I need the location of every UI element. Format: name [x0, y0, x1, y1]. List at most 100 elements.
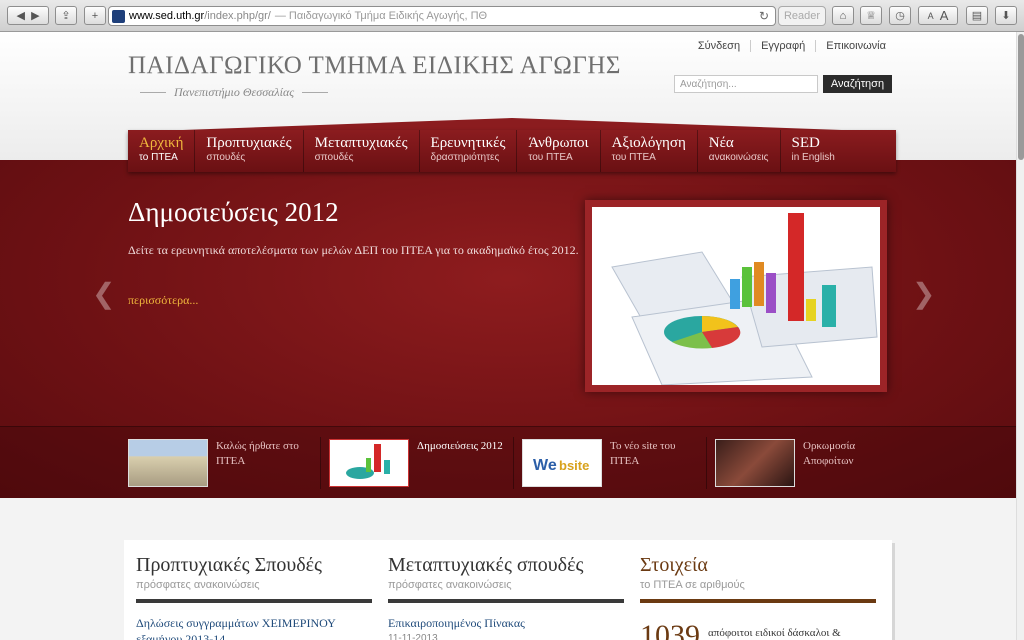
downloads-button[interactable]: ⬇	[995, 6, 1017, 25]
nav-item-undergrad[interactable]: Προπτυχιακές σπουδές	[194, 130, 302, 172]
site-subtitle: Πανεπιστήμιο Θεσσαλίας	[132, 85, 336, 100]
nav-subtitle: σπουδές	[206, 152, 246, 163]
slider-next-icon[interactable]: ❯	[912, 277, 935, 310]
thumb-caption[interactable]: Το νέο site του ΠΤΕΑ	[610, 439, 705, 469]
thumb-image-charts[interactable]	[329, 439, 409, 487]
nav-subtitle: σπουδές	[314, 152, 354, 163]
download-icon: ⬇	[1001, 10, 1011, 22]
bookmarks-button[interactable]: ♕	[860, 6, 882, 25]
nav-subtitle: του ΠΤΕΑ	[611, 152, 656, 163]
nav-subtitle: in English	[791, 152, 835, 163]
clock-icon: ◷	[895, 10, 905, 22]
thumb-image-building[interactable]	[128, 439, 208, 487]
print-button[interactable]: ▤	[966, 6, 988, 25]
announcement-link[interactable]: Επικαιροποιημένος Πίνακας	[388, 615, 624, 631]
undergrad-column: Προπτυχιακές Σπουδές πρόσφατες ανακοινώσ…	[136, 540, 372, 640]
text-larger-icon[interactable]: A	[940, 8, 949, 23]
column-rule	[136, 599, 372, 603]
forward-arrow-icon[interactable]: ▶	[31, 9, 39, 22]
search-input[interactable]: Αναζήτηση...	[674, 75, 818, 93]
column-title: Στοιχεία	[640, 554, 708, 576]
nav-title: SED	[791, 135, 820, 151]
web-page: Σύνδεση Εγγραφή Επικοινωνία ΠΑΙΔΑΓΩΓΙΚΟ …	[0, 32, 1016, 640]
thumb-caption[interactable]: Δημοσιεύσεις 2012	[417, 439, 512, 454]
nav-title: Ερευνητικές	[430, 135, 506, 151]
slider-thumbnails: Καλώς ήρθατε στο ΠΤΕΑ Δημοσιεύσεις 2012 …	[0, 426, 1016, 498]
thumb-charts-icon	[346, 444, 390, 479]
bookmarks-icon: ♕	[866, 10, 876, 22]
thumb-image-website[interactable]: We bsite	[522, 439, 602, 487]
subtitle-rule-left	[140, 92, 166, 93]
new-tab-button[interactable]: +	[84, 6, 106, 25]
svg-text:We: We	[533, 457, 557, 474]
announcement-link[interactable]: Δηλώσεις συγγραμμάτων ΧΕΙΜΕΡΙΝΟΥ εξαμήνο…	[136, 615, 372, 640]
top-links: Σύνδεση Εγγραφή Επικοινωνία	[688, 40, 896, 52]
slide-title: Δημοσιεύσεις 2012	[128, 197, 339, 227]
nav-subtitle: του ΠΤΕΑ	[528, 152, 573, 163]
register-link[interactable]: Εγγραφή	[750, 40, 815, 52]
nav-subtitle: ανακοινώσεις	[708, 152, 769, 163]
thumb-divider	[320, 437, 321, 489]
column-title: Προπτυχιακές Σπουδές	[136, 554, 322, 576]
nav-title: Αρχική	[139, 135, 184, 151]
thumb-divider	[706, 437, 707, 489]
nav-item-people[interactable]: Άνθρωποι του ΠΤΕΑ	[516, 130, 599, 172]
scrollbar-thumb[interactable]	[1018, 34, 1024, 160]
search-button[interactable]: Αναζήτηση	[823, 75, 892, 93]
text-smaller-icon[interactable]: A	[928, 11, 934, 21]
back-forward-buttons[interactable]: ◀ ▶	[7, 6, 49, 25]
charts-illustration	[592, 207, 880, 386]
site-favicon-icon	[112, 10, 125, 23]
content-panel: Προπτυχιακές Σπουδές πρόσφατες ανακοινώσ…	[124, 540, 892, 640]
nav-title: Μεταπτυχιακές	[314, 135, 408, 151]
nav-subtitle: δραστηριότητες	[430, 152, 500, 163]
nav-title: Προπτυχιακές	[206, 135, 292, 151]
nav-item-evaluation[interactable]: Αξιολόγηση του ΠΤΕΑ	[599, 130, 697, 172]
url-path: /index.php/gr/	[204, 10, 271, 22]
thumb-caption[interactable]: Καλώς ήρθατε στο ΠΤΕΑ	[216, 439, 311, 469]
main-nav: Αρχική το ΠΤΕΑ Προπτυχιακές σπουδές Μετα…	[128, 130, 896, 172]
nav-item-english[interactable]: SED in English	[779, 130, 846, 172]
column-title: Μεταπτυχιακές σπουδές	[388, 554, 584, 576]
print-icon: ▤	[971, 10, 983, 22]
home-button[interactable]: ⌂	[832, 6, 854, 25]
login-link[interactable]: Σύνδεση	[688, 40, 750, 52]
share-icon: ⇪	[61, 10, 71, 22]
reader-button[interactable]: Reader	[778, 6, 826, 26]
subtitle-text: Πανεπιστήμιο Θεσσαλίας	[174, 85, 295, 99]
column-subtitle: πρόσφατες ανακοινώσεις	[136, 579, 260, 591]
thumb-website-icon: We bsite	[533, 457, 589, 474]
text-size-buttons[interactable]: A A	[918, 6, 958, 25]
thumb-divider	[513, 437, 514, 489]
nav-title: Νέα	[708, 135, 734, 151]
address-bar[interactable]: www.sed.uth.gr/index.php/gr/ — Παιδαγωγι…	[108, 6, 776, 26]
plus-icon: +	[91, 9, 99, 22]
stat-row: 1039 απόφοιτοι ειδικοί δάσκαλοι &	[640, 619, 876, 640]
column-subtitle: το ΠΤΕΑ σε αριθμούς	[640, 579, 745, 591]
page-scrollbar[interactable]	[1016, 32, 1024, 640]
column-rule	[388, 599, 624, 603]
slide-more-link[interactable]: περισσότερα...	[128, 293, 198, 308]
nav-item-home[interactable]: Αρχική το ΠΤΕΑ	[128, 130, 194, 172]
site-title[interactable]: ΠΑΙΔΑΓΩΓΙΚΟ ΤΜΗΜΑ ΕΙΔΙΚΗΣ ΑΓΩΓΗΣ	[128, 52, 621, 80]
browser-toolbar: ◀ ▶ ⇪ + www.sed.uth.gr/index.php/gr/ — Π…	[0, 0, 1024, 32]
slide-text: Δείτε τα ερευνητικά αποτελέσματα των μελ…	[128, 243, 579, 257]
browser-page-title: — Παιδαγωγικό Τμήμα Ειδικής Αγωγής, ΠΘ	[274, 10, 488, 22]
nav-item-research[interactable]: Ερευνητικές δραστηριότητες	[418, 130, 517, 172]
nav-item-news[interactable]: Νέα ανακοινώσεις	[696, 130, 780, 172]
history-button[interactable]: ◷	[889, 6, 911, 25]
stats-column: Στοιχεία το ΠΤΕΑ σε αριθμούς 1039 απόφοι…	[640, 540, 876, 640]
reload-icon[interactable]: ↻	[759, 9, 769, 23]
thumb-image-graduation[interactable]	[715, 439, 795, 487]
postgrad-column: Μεταπτυχιακές σπουδές πρόσφατες ανακοινώ…	[388, 540, 624, 640]
back-arrow-icon[interactable]: ◀	[16, 9, 24, 22]
slide-image	[585, 200, 887, 392]
svg-text:bsite: bsite	[559, 458, 589, 473]
nav-title: Άνθρωποι	[528, 135, 589, 151]
nav-item-postgrad[interactable]: Μεταπτυχιακές σπουδές	[302, 130, 419, 172]
nav-title: Αξιολόγηση	[611, 135, 686, 151]
share-button[interactable]: ⇪	[55, 6, 77, 25]
contact-link[interactable]: Επικοινωνία	[815, 40, 896, 52]
thumb-caption[interactable]: Ορκωμοσία Αποφοίτων	[803, 439, 898, 469]
slider-prev-icon[interactable]: ❮	[92, 277, 115, 310]
